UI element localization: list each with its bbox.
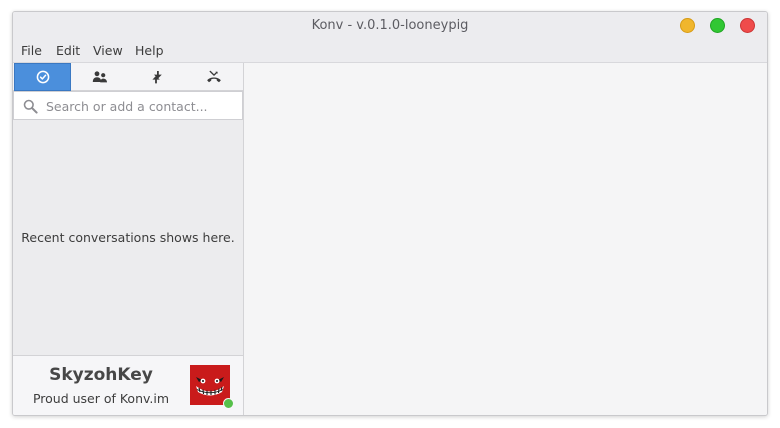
menu-bar: File Edit View Help xyxy=(13,39,767,63)
close-button[interactable] xyxy=(740,18,755,33)
calls-icon xyxy=(206,70,221,83)
search-input[interactable] xyxy=(46,96,236,116)
presence-indicator xyxy=(223,398,234,409)
search-icon xyxy=(23,99,38,114)
menu-help[interactable]: Help xyxy=(135,43,164,58)
title-bar[interactable]: Konv - v.0.1.0-looneypig xyxy=(13,12,767,39)
transfers-icon xyxy=(151,71,162,84)
empty-conversations-message: Recent conversations shows here. xyxy=(21,230,235,245)
tab-contacts[interactable] xyxy=(71,63,128,91)
contacts-icon xyxy=(92,71,107,83)
tab-transfers[interactable] xyxy=(128,63,185,91)
menu-view[interactable]: View xyxy=(93,43,123,58)
app-window: Konv - v.0.1.0-looneypig File Edit View … xyxy=(12,11,768,416)
profile-status-message[interactable]: Proud user of Konv.im xyxy=(13,391,189,406)
menu-edit[interactable]: Edit xyxy=(56,43,80,58)
profile-panel[interactable]: SkyzohKey Proud user of Konv.im xyxy=(13,355,243,415)
maximize-button[interactable] xyxy=(710,18,725,33)
conversation-area xyxy=(245,63,767,415)
sidebar: Recent conversations shows here. SkyzohK… xyxy=(13,63,244,415)
profile-name[interactable]: SkyzohKey xyxy=(13,365,189,385)
search-box[interactable] xyxy=(13,91,243,120)
menu-file[interactable]: File xyxy=(21,43,42,58)
window-title: Konv - v.0.1.0-looneypig xyxy=(311,18,469,33)
minimize-button[interactable] xyxy=(680,18,695,33)
sidebar-tabs xyxy=(13,63,243,91)
clock-icon xyxy=(36,70,49,84)
tab-calls[interactable] xyxy=(185,63,242,91)
tab-recent[interactable] xyxy=(14,63,71,91)
